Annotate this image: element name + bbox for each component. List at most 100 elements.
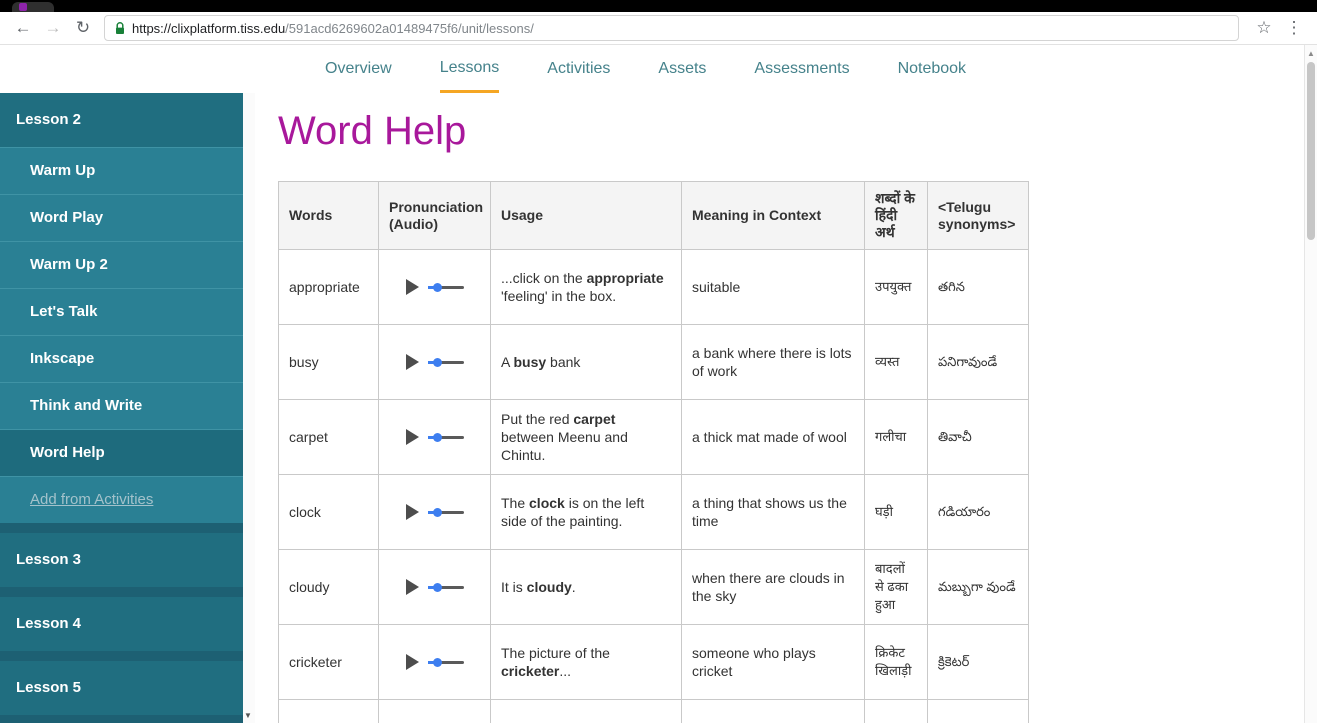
meaning-cell: a cap for throwing <box>681 699 865 723</box>
forward-button[interactable]: → <box>40 15 66 41</box>
word-help-table: Words Pronunciation (Audio) Usage Meanin… <box>278 181 1029 723</box>
meaning-cell: a thing that shows us the time <box>681 474 865 550</box>
telugu-cell: గడియారం <box>927 474 1029 550</box>
https-lock-icon[interactable] <box>115 21 125 35</box>
url-host: https://clixplatform.tiss.edu <box>132 20 286 36</box>
telugu-cell: మబ్బుగా వుండే <box>927 549 1029 625</box>
audio-progress-slider[interactable] <box>427 282 464 292</box>
word-cell: cricketer <box>278 624 379 700</box>
word-cell: clock <box>278 474 379 550</box>
audio-play-button[interactable] <box>405 279 419 295</box>
hindi-cell: व्यस्त <box>864 324 928 400</box>
table-row: cricketer The picture of the cricketer..… <box>278 624 1029 700</box>
browser-menu-icon[interactable]: ⋮ <box>1281 15 1307 41</box>
unit-nav: Overview Lessons Activities Assets Asses… <box>0 45 1317 93</box>
sidebar-item-lesson-3[interactable]: Lesson 3 <box>0 533 243 587</box>
tab-activities[interactable]: Activities <box>547 45 610 93</box>
audio-play-button[interactable] <box>405 579 419 595</box>
url-text: https://clixplatform.tiss.edu/591acd6269… <box>132 21 534 36</box>
scroll-up-icon[interactable]: ▲ <box>1307 49 1315 58</box>
audio-play-button[interactable] <box>405 504 419 520</box>
sidebar-item-think-and-write[interactable]: Think and Write <box>0 382 243 429</box>
hindi-cell: बादलों से ढका हुआ <box>864 549 928 625</box>
hindi-cell: गलीचा <box>864 399 928 475</box>
slider-thumb[interactable] <box>432 432 442 442</box>
usage-text: ...click on the <box>501 270 587 286</box>
telugu-cell: తివాచీ <box>927 399 1029 475</box>
tab-lessons[interactable]: Lessons <box>439 45 500 93</box>
browser-toolbar: ← → ↻ https://clixplatform.tiss.edu/591a… <box>0 12 1317 45</box>
audio-progress-slider[interactable] <box>427 507 464 517</box>
slider-thumb[interactable] <box>432 357 442 367</box>
back-button[interactable]: ← <box>10 15 36 41</box>
sidebar-scroll-down-icon[interactable]: ▼ <box>244 711 252 720</box>
usage-bold-word: appropriate <box>586 270 664 286</box>
sidebar-item-inkscape[interactable]: Inkscape <box>0 335 243 382</box>
usage-bold-word: cloudy <box>526 579 572 595</box>
word-cell: cloudy <box>278 549 379 625</box>
sidebar-item-lets-talk[interactable]: Let's Talk <box>0 288 243 335</box>
slider-thumb[interactable] <box>432 582 442 592</box>
scrollbar-thumb[interactable] <box>1307 62 1315 240</box>
site-favicon-icon <box>19 3 27 11</box>
audio-play-button[interactable] <box>405 354 419 370</box>
sidebar-item-word-play[interactable]: Word Play <box>0 194 243 241</box>
lessons-sidebar: Lesson 2 Warm Up Word Play Warm Up 2 Let… <box>0 93 243 723</box>
tab-notebook[interactable]: Notebook <box>898 45 967 93</box>
audio-progress-slider[interactable] <box>427 582 464 592</box>
usage-cell <box>490 699 682 723</box>
word-cell: carpet <box>278 399 379 475</box>
sidebar-item-warm-up-2[interactable]: Warm Up 2 <box>0 241 243 288</box>
audio-progress-slider[interactable] <box>427 357 464 367</box>
col-header-meaning: Meaning in Context <box>681 181 865 250</box>
usage-bold-word: busy <box>513 354 547 370</box>
browser-titlebar <box>0 0 1317 12</box>
sidebar-item-lesson-5[interactable]: Lesson 5 <box>0 661 243 715</box>
slider-thumb[interactable] <box>432 657 442 667</box>
slider-thumb[interactable] <box>432 507 442 517</box>
usage-cell: It is cloudy. <box>490 549 682 625</box>
sidebar-item-add-from-activities[interactable]: Add from Activities <box>0 476 243 523</box>
usage-text: 'feeling' in the box. <box>501 288 617 304</box>
table-row: cloudy It is cloudy. when there are clou… <box>278 549 1029 625</box>
usage-text: The picture of the <box>501 645 610 661</box>
sidebar-item-warm-up[interactable]: Warm Up <box>0 147 243 194</box>
table-header-row: Words Pronunciation (Audio) Usage Meanin… <box>278 181 1029 250</box>
usage-bold-word: clock <box>529 495 565 511</box>
usage-text: A <box>501 354 514 370</box>
url-bar[interactable]: https://clixplatform.tiss.edu/591acd6269… <box>104 15 1239 41</box>
sidebar-item-lesson-4[interactable]: Lesson 4 <box>0 597 243 651</box>
slider-thumb[interactable] <box>432 282 442 292</box>
tab-assets[interactable]: Assets <box>658 45 706 93</box>
page-title: Word Help <box>278 109 467 153</box>
audio-play-button[interactable] <box>405 429 419 445</box>
usage-bold-word: carpet <box>573 411 616 427</box>
pronunciation-cell <box>378 699 491 723</box>
sidebar-scrollbar[interactable]: ▼ <box>243 93 255 723</box>
reload-button[interactable]: ↻ <box>70 15 96 41</box>
table-row: clock The clock is on the left side of t… <box>278 474 1029 550</box>
audio-progress-slider[interactable] <box>427 657 464 667</box>
audio-progress-slider[interactable] <box>427 432 464 442</box>
telugu-cell: పనిగావుండే <box>927 324 1029 400</box>
usage-text: . <box>571 579 576 595</box>
audio-play-button[interactable] <box>405 654 419 670</box>
pronunciation-cell <box>378 624 491 700</box>
word-cell <box>278 699 379 723</box>
meaning-cell: a bank where there is lots of work <box>681 324 865 400</box>
tab-overview[interactable]: Overview <box>325 45 392 93</box>
usage-cell: The clock is on the left side of the pai… <box>490 474 682 550</box>
table-row-partial: a cap for throwing <box>278 699 1029 723</box>
page-scrollbar[interactable]: ▲ <box>1304 45 1317 723</box>
meaning-cell: when there are clouds in the sky <box>681 549 865 625</box>
sidebar-item-lesson-2[interactable]: Lesson 2 <box>0 93 243 147</box>
meaning-cell: suitable <box>681 249 865 325</box>
usage-cell: The picture of the cricketer... <box>490 624 682 700</box>
browser-tab[interactable] <box>12 2 54 12</box>
meaning-cell: a thick mat made of wool <box>681 399 865 475</box>
sidebar-item-word-help[interactable]: Word Help <box>0 429 243 476</box>
bookmark-star-icon[interactable]: ☆ <box>1251 15 1277 41</box>
meaning-cell: someone who plays cricket <box>681 624 865 700</box>
word-cell: busy <box>278 324 379 400</box>
tab-assessments[interactable]: Assessments <box>754 45 849 93</box>
